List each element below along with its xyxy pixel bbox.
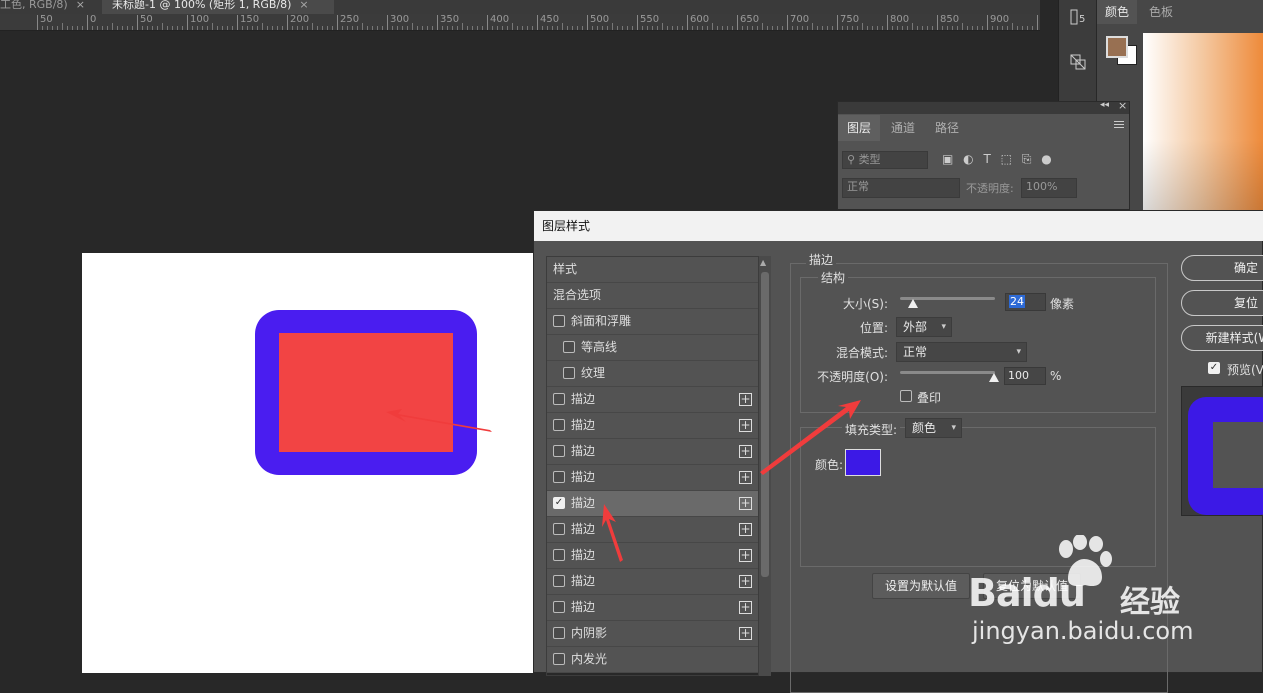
watermark-service: 经验 [1120, 585, 1180, 620]
watermark-url: jingyan.baidu.com [972, 617, 1194, 645]
annotation-arrow [602, 504, 623, 562]
annotation-arrow [760, 400, 861, 475]
watermark-brand: Baidu [968, 571, 1086, 615]
annotation-arrow [386, 409, 492, 432]
baidu-jingyan-watermark: Baidu 经验 jingyan.baidu.com [966, 535, 1263, 673]
